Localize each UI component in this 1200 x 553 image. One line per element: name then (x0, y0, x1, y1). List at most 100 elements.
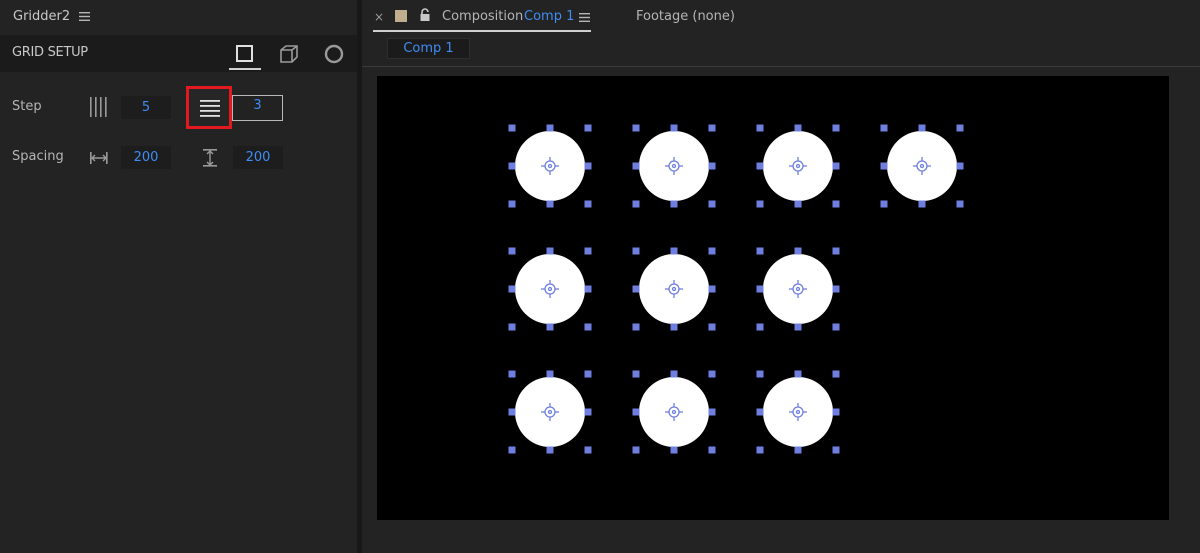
selection-handle[interactable] (546, 446, 554, 454)
selection-handle[interactable] (756, 200, 764, 208)
circle-layer[interactable] (508, 124, 592, 208)
selection-handle[interactable] (708, 200, 716, 208)
selection-handle[interactable] (794, 124, 802, 132)
circle-shape[interactable] (639, 254, 709, 324)
selection-handle[interactable] (756, 446, 764, 454)
selection-handle[interactable] (670, 370, 678, 378)
composition-viewer[interactable] (377, 76, 1169, 520)
selection-handle[interactable] (584, 446, 592, 454)
selection-handle[interactable] (880, 124, 888, 132)
selection-handle[interactable] (670, 247, 678, 255)
selection-handle[interactable] (918, 124, 926, 132)
selection-handle[interactable] (708, 124, 716, 132)
selection-handle[interactable] (956, 124, 964, 132)
circle-grid-mode-icon[interactable] (322, 42, 346, 66)
selection-handle[interactable] (508, 162, 516, 170)
selection-handle[interactable] (832, 124, 840, 132)
selection-handle[interactable] (508, 370, 516, 378)
footage-tab[interactable]: Footage (none) (636, 9, 735, 24)
selection-handle[interactable] (832, 408, 840, 416)
circle-shape[interactable] (763, 377, 833, 447)
circle-layer[interactable] (508, 370, 592, 454)
selection-handle[interactable] (756, 370, 764, 378)
selection-handle[interactable] (708, 323, 716, 331)
selection-handle[interactable] (670, 323, 678, 331)
cube-grid-mode-icon[interactable] (277, 42, 301, 66)
selection-handle[interactable] (632, 285, 640, 293)
selection-handle[interactable] (632, 323, 640, 331)
selection-handle[interactable] (880, 162, 888, 170)
selection-handle[interactable] (708, 247, 716, 255)
circle-shape[interactable] (515, 377, 585, 447)
circle-shape[interactable] (887, 131, 957, 201)
circle-shape[interactable] (763, 131, 833, 201)
selection-handle[interactable] (546, 323, 554, 331)
selection-handle[interactable] (546, 200, 554, 208)
horizontal-spacing-input[interactable]: 200 (121, 146, 171, 169)
circle-shape[interactable] (515, 131, 585, 201)
unlock-icon[interactable] (419, 8, 431, 22)
selection-handle[interactable] (584, 124, 592, 132)
selection-handle[interactable] (584, 285, 592, 293)
circle-shape[interactable] (639, 377, 709, 447)
selection-handle[interactable] (632, 124, 640, 132)
selection-handle[interactable] (832, 200, 840, 208)
selection-handle[interactable] (832, 285, 840, 293)
selection-handle[interactable] (584, 162, 592, 170)
selection-handle[interactable] (584, 323, 592, 331)
selection-handle[interactable] (794, 446, 802, 454)
hamburger-menu-icon[interactable] (79, 11, 90, 22)
selection-handle[interactable] (832, 247, 840, 255)
comp-subtab[interactable]: Comp 1 (387, 38, 470, 59)
selection-handle[interactable] (508, 285, 516, 293)
selection-handle[interactable] (632, 446, 640, 454)
selection-handle[interactable] (918, 200, 926, 208)
selection-handle[interactable] (508, 408, 516, 416)
close-tab-icon[interactable]: × (374, 10, 384, 24)
selection-handle[interactable] (584, 247, 592, 255)
selection-handle[interactable] (670, 446, 678, 454)
viewer-canvas[interactable] (377, 76, 1169, 520)
vertical-spacing-input[interactable]: 200 (233, 146, 283, 169)
columns-input[interactable]: 5 (121, 96, 171, 119)
circle-layer[interactable] (756, 247, 840, 331)
selection-handle[interactable] (880, 200, 888, 208)
selection-handle[interactable] (794, 200, 802, 208)
selection-handle[interactable] (508, 247, 516, 255)
selection-handle[interactable] (832, 370, 840, 378)
circle-layer[interactable] (756, 124, 840, 208)
selection-handle[interactable] (756, 323, 764, 331)
selection-handle[interactable] (756, 124, 764, 132)
selection-handle[interactable] (584, 200, 592, 208)
tab-menu-icon[interactable] (579, 12, 590, 23)
selection-handle[interactable] (670, 200, 678, 208)
circle-layer[interactable] (756, 370, 840, 454)
selection-handle[interactable] (508, 446, 516, 454)
selection-handle[interactable] (508, 124, 516, 132)
selection-handle[interactable] (708, 446, 716, 454)
selection-handle[interactable] (756, 247, 764, 255)
selection-handle[interactable] (832, 162, 840, 170)
selection-handle[interactable] (708, 285, 716, 293)
selection-handle[interactable] (832, 446, 840, 454)
selection-handle[interactable] (546, 247, 554, 255)
selection-handle[interactable] (756, 285, 764, 293)
selection-handle[interactable] (708, 370, 716, 378)
selection-handle[interactable] (956, 162, 964, 170)
selection-handle[interactable] (632, 370, 640, 378)
circle-layer[interactable] (880, 124, 964, 208)
circle-shape[interactable] (515, 254, 585, 324)
selection-handle[interactable] (632, 408, 640, 416)
selection-handle[interactable] (756, 162, 764, 170)
rows-input[interactable]: 3 (232, 95, 283, 121)
selection-handle[interactable] (956, 200, 964, 208)
selection-handle[interactable] (508, 200, 516, 208)
selection-handle[interactable] (584, 408, 592, 416)
selection-handle[interactable] (632, 200, 640, 208)
composition-tab-label[interactable]: Composition (442, 9, 523, 24)
circle-layer[interactable] (632, 370, 716, 454)
selection-handle[interactable] (546, 124, 554, 132)
selection-handle[interactable] (584, 370, 592, 378)
circle-layer[interactable] (632, 247, 716, 331)
selection-handle[interactable] (794, 247, 802, 255)
